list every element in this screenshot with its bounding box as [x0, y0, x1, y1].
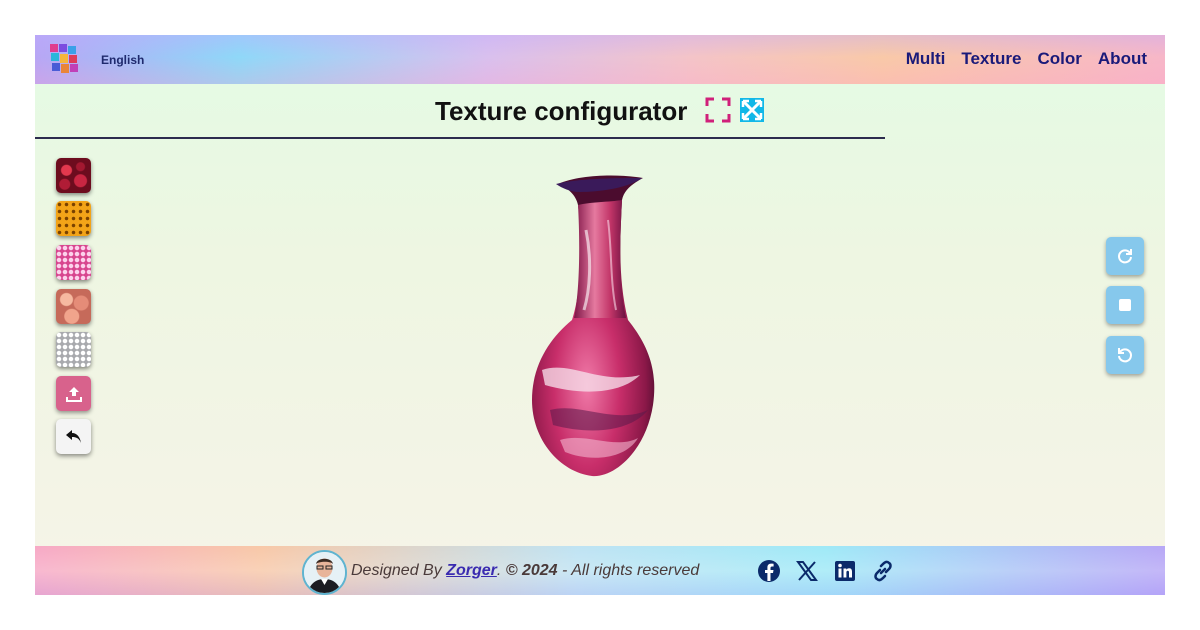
author-link[interactable]: Zorger: [446, 562, 497, 579]
nav-multi[interactable]: Multi: [906, 49, 946, 69]
language-selector[interactable]: English: [101, 53, 144, 67]
footer-credit: Designed By Zorger. © 2024 - All rights …: [351, 562, 699, 580]
footer-bar: Designed By Zorger. © 2024 - All rights …: [35, 546, 1165, 595]
fullscreen-icon[interactable]: [705, 97, 731, 123]
undo-arrow-icon: [65, 429, 81, 443]
app-frame: English Multi Texture Color About Textur…: [35, 35, 1165, 595]
rights-text: - All rights reserved: [562, 562, 700, 579]
rotate-left-icon: [1118, 348, 1132, 363]
texture-yellow-flowers[interactable]: [56, 201, 91, 236]
stop-icon: [1119, 299, 1131, 311]
main-nav: Multi Texture Color About: [906, 49, 1147, 69]
header-bar: English Multi Texture Color About: [35, 35, 1165, 84]
nav-about[interactable]: About: [1098, 49, 1147, 69]
credit-dot: .: [496, 562, 502, 579]
author-avatar: [302, 550, 347, 595]
texture-red-roses[interactable]: [56, 158, 91, 193]
page-title: Texture configurator: [435, 96, 688, 126]
expand-icon[interactable]: [739, 97, 765, 123]
x-icon[interactable]: [795, 559, 819, 583]
rotate-right-button[interactable]: [1106, 237, 1144, 275]
rotate-right-icon: [1118, 249, 1132, 264]
texture-peach-roses[interactable]: [56, 289, 91, 324]
app-logo-icon[interactable]: [49, 42, 81, 76]
rotate-left-button[interactable]: [1106, 336, 1144, 374]
upload-icon: [65, 386, 82, 402]
facebook-icon[interactable]: [757, 559, 781, 583]
back-button[interactable]: [56, 419, 91, 454]
texture-pink-pattern[interactable]: [56, 245, 91, 280]
stop-rotation-button[interactable]: [1106, 286, 1144, 324]
nav-color[interactable]: Color: [1038, 49, 1082, 69]
nav-texture[interactable]: Texture: [961, 49, 1021, 69]
designed-by-text: Designed By: [351, 562, 442, 579]
title-section: Texture configurator: [35, 84, 885, 139]
link-icon[interactable]: [871, 559, 895, 583]
texture-white-pebbles[interactable]: [56, 332, 91, 367]
copyright-year: © 2024: [505, 562, 558, 579]
vase-3d-model[interactable]: [520, 170, 680, 480]
linkedin-icon[interactable]: [833, 559, 857, 583]
upload-texture-button[interactable]: [56, 376, 91, 411]
